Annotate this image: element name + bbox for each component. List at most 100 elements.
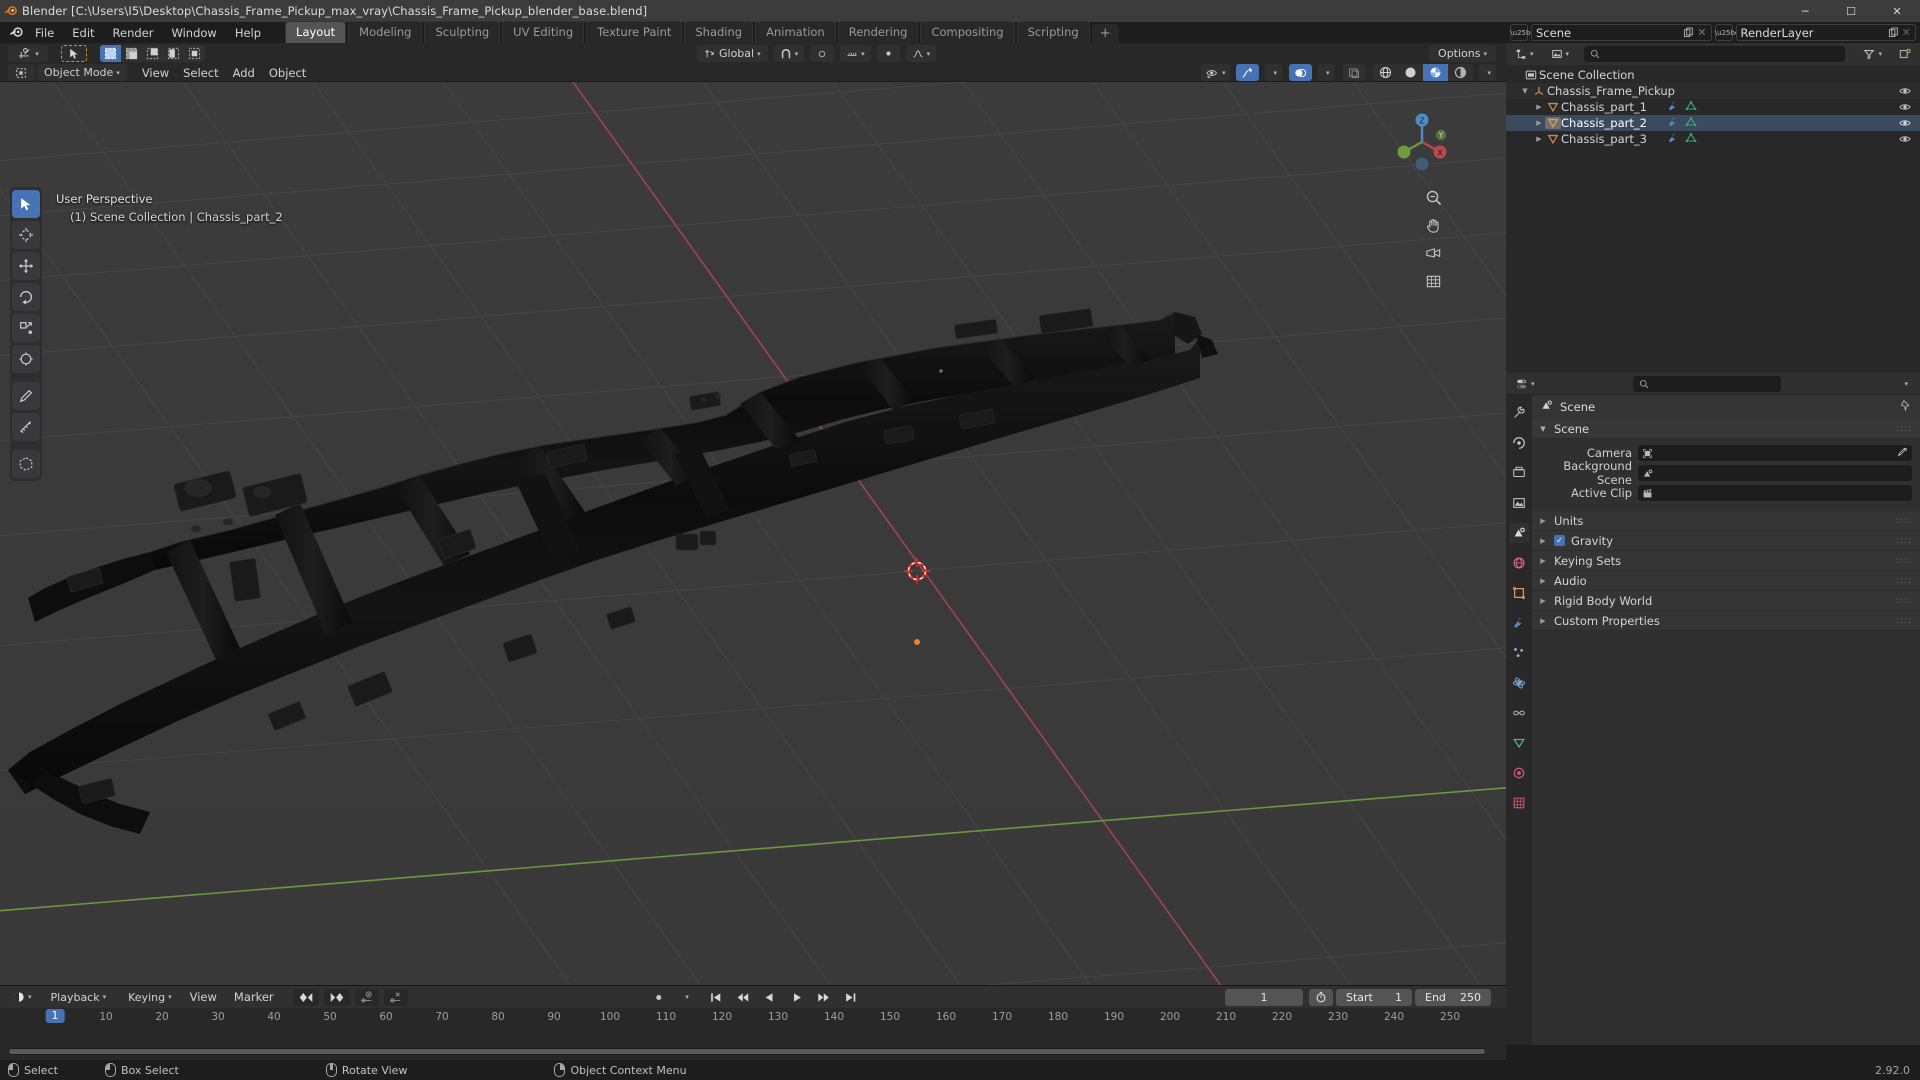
mesh-data-icon[interactable] [1685,132,1697,147]
viewport-options-button[interactable]: Options ▾ [1429,45,1496,62]
visibility-eye-icon[interactable] [1899,101,1911,116]
modifier-icon[interactable] [1667,100,1679,115]
use-preview-range-icon[interactable] [1309,988,1333,1006]
properties-tab-tool[interactable] [1509,403,1529,423]
properties-tab-constraints[interactable] [1509,703,1529,723]
menu-window[interactable]: Window [163,24,224,42]
outliner-display-mode-dropdown[interactable]: ▾ [1545,45,1575,63]
select-subtract-icon[interactable] [142,45,163,62]
jump-to-prev-keyframe-button[interactable] [728,988,756,1006]
toggle-ortho-perspective-icon[interactable] [1423,271,1444,292]
pin-icon[interactable] [1899,399,1912,415]
new-viewlayer-icon[interactable] [1888,27,1899,38]
shading-solid-icon[interactable] [1398,64,1424,81]
timeline-ruler[interactable]: 1 10 20 30 40 50 60 70 80 90 100 110 120… [0,1008,1506,1026]
expand-arrow[interactable]: ▶ [1533,135,1545,143]
interaction-mode-dropdown[interactable]: Object Mode ▾ [37,64,127,81]
expand-arrow[interactable]: ▶ [1533,103,1545,111]
rotate-tool[interactable] [12,283,40,311]
new-scene-icon[interactable] [1683,27,1694,38]
camera-view-icon[interactable] [1423,243,1444,264]
outliner-row-chassis-part-3[interactable]: ▶ Chassis_part_3 [1506,131,1920,147]
maximize-button[interactable]: ☐ [1828,0,1874,22]
custom-properties-section-header[interactable]: ▶ Custom Properties :::: [1532,611,1920,631]
play-reverse-button[interactable] [755,988,783,1006]
jump-to-prev-keyframe-icon[interactable] [292,988,319,1006]
outliner-row-chassis-frame-pickup[interactable]: ▼ Chassis_Frame_Pickup [1506,83,1920,99]
drag-grip-icon[interactable]: :::: [1896,536,1912,546]
properties-tab-data[interactable] [1509,733,1529,753]
properties-tab-physics[interactable] [1509,673,1529,693]
cursor-tool[interactable] [12,221,40,249]
menu-render[interactable]: Render [105,24,162,42]
current-frame-field[interactable]: 1 [1225,988,1303,1006]
minimize-button[interactable]: ─ [1782,0,1828,22]
workspace-tab-rendering[interactable]: Rendering [837,21,919,43]
move-tool[interactable] [12,252,40,280]
timeline-view-menu[interactable]: View [183,988,224,1006]
transform-orientation-dropdown[interactable]: Global ▾ [697,45,768,62]
modifier-icon[interactable] [1667,116,1679,131]
tweak-tool-button[interactable] [61,45,87,62]
visibility-eye-icon[interactable] [1899,85,1911,100]
drag-grip-icon[interactable]: :::: [1896,616,1912,626]
tweak-select-tool[interactable] [12,190,40,218]
select-invert-icon[interactable] [163,45,184,62]
shading-material-preview-icon[interactable] [1423,64,1449,81]
properties-tab-object[interactable] [1509,583,1529,603]
rigid-body-world-section-header[interactable]: ▶ Rigid Body World :::: [1532,591,1920,611]
shading-rendered-icon[interactable] [1448,64,1474,81]
outliner-search-input[interactable] [1584,46,1846,62]
visibility-eye-icon[interactable] [1899,133,1911,148]
play-button[interactable] [782,988,810,1006]
drag-grip-icon[interactable]: :::: [1896,424,1912,434]
properties-tab-output[interactable] [1509,463,1529,483]
workspace-tab-texture-paint[interactable]: Texture Paint [586,21,683,43]
menu-file[interactable]: File [27,24,62,42]
overlays-dropdown-icon[interactable]: ▾ [1317,64,1335,81]
jump-to-start-button[interactable] [701,988,729,1006]
overlays-toggle-icon[interactable] [1288,64,1312,81]
outliner-row-scene-collection[interactable]: Scene Collection [1506,67,1920,83]
timeline-editor-type-icon[interactable]: ▾ [8,988,37,1006]
3d-viewport[interactable]: User Perspective (1) Scene Collection | … [0,82,1506,985]
jump-to-next-keyframe-button[interactable] [809,988,837,1006]
viewlayer-name-field[interactable]: RenderLayer ✕ [1735,24,1916,41]
select-extend-icon[interactable] [121,45,142,62]
viewlayer-browse-icon[interactable]: \u25be [1714,24,1739,41]
drag-grip-icon[interactable]: :::: [1896,596,1912,606]
scene-panel-header[interactable]: ▼ Scene :::: [1532,419,1920,439]
workspace-tab-uv-editing[interactable]: UV Editing [502,21,585,43]
active-tool-icon[interactable]: ▾ [8,45,48,62]
properties-editor-type-icon[interactable]: ▾ [1511,375,1540,392]
end-frame-field[interactable]: End 250 [1415,988,1491,1006]
outliner-row-chassis-part-1[interactable]: ▶ Chassis_part_1 [1506,99,1920,115]
expand-arrow[interactable]: ▼ [1519,87,1531,95]
mesh-data-icon[interactable] [1685,100,1697,115]
auto-keying-toggle[interactable] [645,988,672,1006]
shading-dropdown-icon[interactable]: ▾ [1479,64,1496,81]
properties-tab-render[interactable] [1509,433,1529,453]
pan-hand-icon[interactable] [1423,215,1444,236]
camera-value-field[interactable] [1638,445,1912,461]
drag-grip-icon[interactable]: :::: [1896,576,1912,586]
delete-keyframe-icon[interactable] [383,988,408,1006]
snap-magnet-icon[interactable]: ▾ [773,45,805,62]
viewport-menu-add[interactable]: Add [226,64,262,82]
workspace-tab-layout[interactable]: Layout [285,21,347,43]
workspace-tab-scripting[interactable]: Scripting [1016,21,1090,43]
snap-increment-icon[interactable]: ▾ [840,45,871,62]
timeline-scrollbar-thumb[interactable] [9,1049,1485,1054]
scene-name-field[interactable]: Scene ✕ [1531,24,1712,41]
outliner-row-chassis-part-2[interactable]: ▶ Chassis_part_2 [1506,115,1920,131]
xray-toggle-icon[interactable] [1343,64,1367,81]
modifier-icon[interactable] [1667,132,1679,147]
workspace-tab-shading[interactable]: Shading [684,21,754,43]
viewport-menu-view[interactable]: View [135,64,176,82]
timeline-horizontal-scrollbar[interactable] [8,1048,1486,1055]
properties-options-dropdown[interactable]: ▾ [1894,375,1915,392]
gravity-section-header[interactable]: ▶ ✓ Gravity :::: [1532,531,1920,551]
audio-section-header[interactable]: ▶ Audio :::: [1532,571,1920,591]
timeline-playback-menu[interactable]: Playback ▾ [42,988,115,1006]
active-clip-value-field[interactable] [1638,485,1912,501]
